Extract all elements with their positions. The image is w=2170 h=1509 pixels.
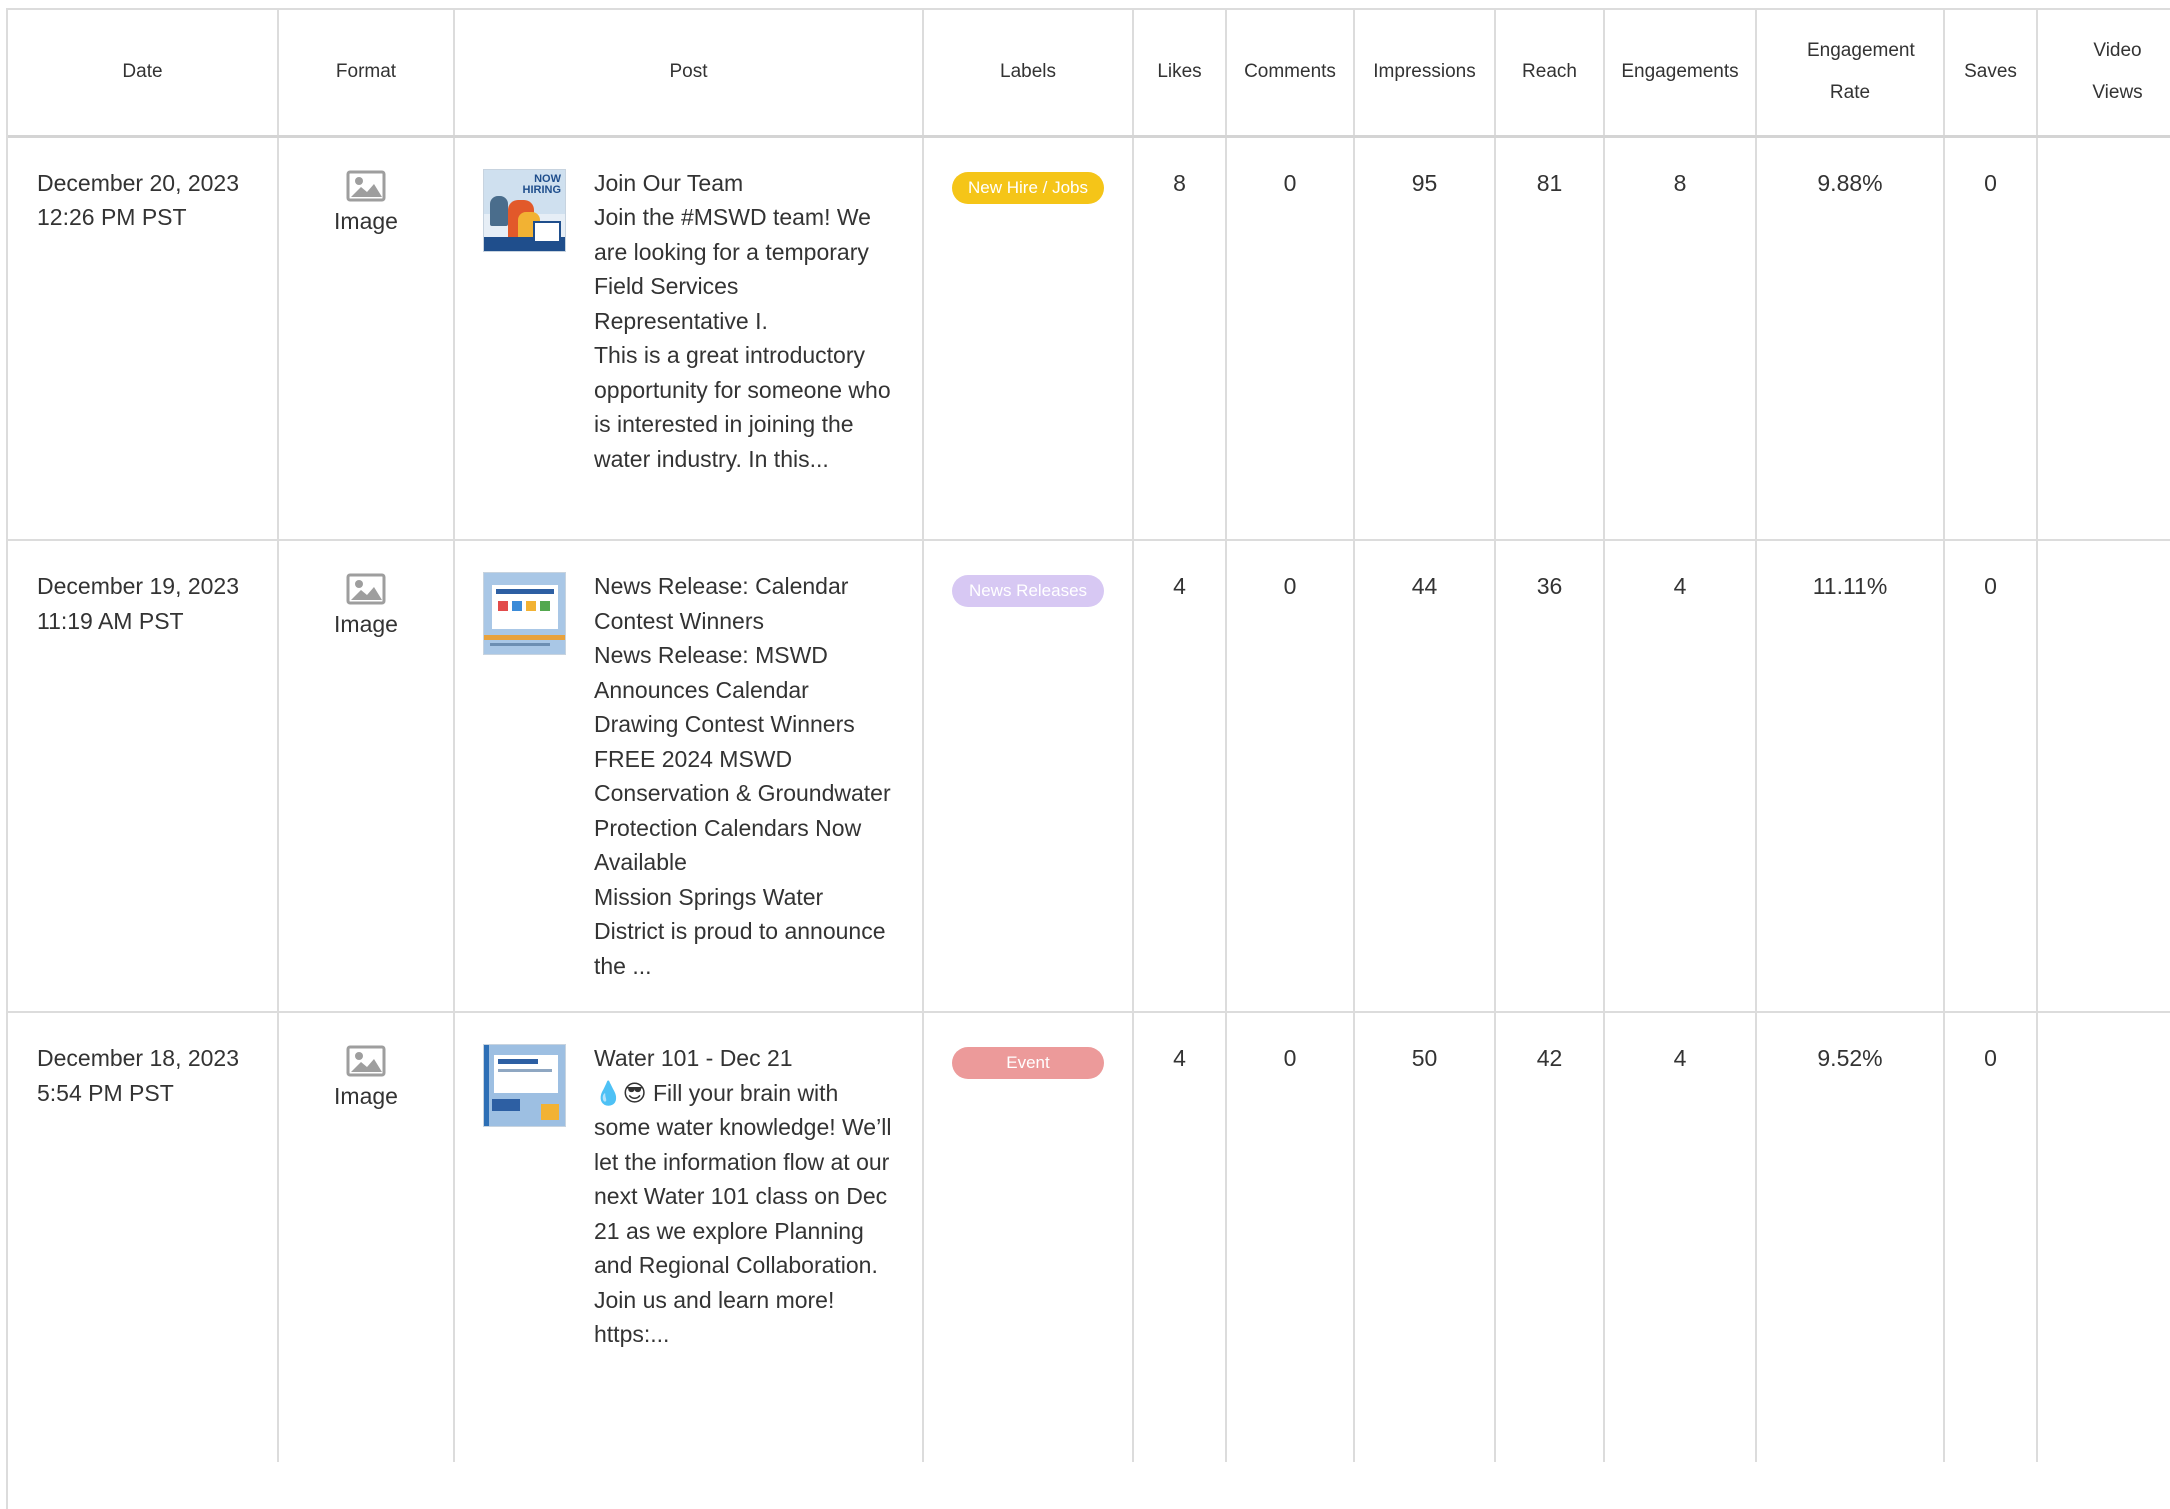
column-header-saves[interactable]: Saves: [1944, 10, 2038, 138]
date-cell: December 18, 2023 5:54 PM PST: [8, 1012, 279, 1462]
image-icon: [346, 1045, 386, 1077]
likes-value: 8: [1133, 136, 1227, 541]
impressions-value: 44: [1354, 540, 1496, 1013]
likes-value: 4: [1133, 540, 1227, 1013]
labels-cell: News Releases: [923, 540, 1134, 1013]
impressions-value: 50: [1354, 1012, 1496, 1462]
post-text[interactable]: News Release: Calendar Contest Winners N…: [594, 569, 892, 983]
post-text[interactable]: Water 101 - Dec 21 💧😎 Fill your brain wi…: [594, 1041, 892, 1352]
post-cell: Water 101 - Dec 21 💧😎 Fill your brain wi…: [454, 1012, 924, 1462]
post-date: December 19, 2023 11:19 AM PST: [37, 573, 240, 634]
column-header-engagement-rate[interactable]: Engagement Rate: [1756, 10, 1945, 138]
reach-value: 81: [1495, 136, 1605, 541]
column-header-format[interactable]: Format: [278, 10, 455, 138]
column-header-date[interactable]: Date: [8, 10, 279, 138]
label-badge[interactable]: New Hire / Jobs: [952, 171, 1104, 204]
column-header-reach[interactable]: Reach: [1495, 10, 1605, 138]
comments-value: 0: [1226, 1012, 1355, 1462]
image-icon: [346, 170, 386, 201]
label-badge[interactable]: News Releases: [952, 575, 1104, 607]
column-header-video-views[interactable]: Video Views: [2037, 10, 2170, 138]
format-label: Image: [334, 611, 398, 637]
reach-value: 42: [1495, 1012, 1605, 1462]
format-cell: Image: [278, 136, 455, 541]
reach-value: 36: [1495, 540, 1605, 1013]
post-cell: News Release: Calendar Contest Winners N…: [454, 540, 924, 1013]
comments-value: 0: [1226, 136, 1355, 541]
image-icon: [346, 573, 386, 605]
post-performance-table-container: Date Format Post Labels Likes Comments I…: [6, 8, 2170, 1509]
engagements-value: 4: [1604, 540, 1757, 1013]
table-row[interactable]: December 19, 2023 11:19 AM PST Image New…: [8, 540, 2170, 1013]
now-hiring-thumbnail[interactable]: NOW HIRING: [483, 168, 566, 252]
engagement-rate-value: 9.88%: [1756, 136, 1945, 541]
saves-value: 0: [1944, 1012, 2038, 1462]
post-date: December 18, 2023 5:54 PM PST: [37, 1045, 240, 1106]
comments-value: 0: [1226, 540, 1355, 1013]
column-header-post[interactable]: Post: [454, 10, 924, 138]
table-header-row: Date Format Post Labels Likes Comments I…: [8, 10, 2170, 138]
engagements-value: 8: [1604, 136, 1757, 541]
labels-cell: Event: [923, 1012, 1134, 1462]
table-row[interactable]: December 20, 2023 12:26 PM PST Image NOW…: [8, 136, 2170, 541]
engagement-rate-value: 9.52%: [1756, 1012, 1945, 1462]
label-badge[interactable]: Event: [952, 1047, 1104, 1079]
engagements-value: 4: [1604, 1012, 1757, 1462]
saves-value: 0: [1944, 540, 2038, 1013]
date-cell: December 19, 2023 11:19 AM PST: [8, 540, 279, 1013]
engagement-rate-value: 11.11%: [1756, 540, 1945, 1013]
column-header-comments[interactable]: Comments: [1226, 10, 1355, 138]
format-cell: Image: [278, 540, 455, 1013]
impressions-value: 95: [1354, 136, 1496, 541]
labels-cell: New Hire / Jobs: [923, 136, 1134, 541]
format-label: Image: [334, 207, 398, 234]
saves-value: 0: [1944, 136, 2038, 541]
video-views-value: [2037, 136, 2170, 541]
post-date: December 20, 2023 12:26 PM PST: [37, 169, 240, 231]
column-header-labels[interactable]: Labels: [923, 10, 1134, 138]
format-label: Image: [334, 1083, 398, 1109]
format-cell: Image: [278, 1012, 455, 1462]
column-header-engagements[interactable]: Engagements: [1604, 10, 1757, 138]
date-cell: December 20, 2023 12:26 PM PST: [8, 136, 279, 541]
table-row[interactable]: December 18, 2023 5:54 PM PST Image Wate…: [8, 1012, 2170, 1462]
post-performance-table: Date Format Post Labels Likes Comments I…: [8, 10, 2170, 1462]
likes-value: 4: [1133, 1012, 1227, 1462]
post-cell: NOW HIRING Join Our Team Join the #MSWD t…: [454, 136, 924, 541]
post-text[interactable]: Join Our Team Join the #MSWD team! We ar…: [594, 166, 892, 477]
video-views-value: [2037, 540, 2170, 1013]
calendar-contest-thumbnail[interactable]: [483, 572, 566, 655]
column-header-likes[interactable]: Likes: [1133, 10, 1227, 138]
water-101-thumbnail[interactable]: [483, 1044, 566, 1127]
video-views-value: [2037, 1012, 2170, 1462]
column-header-impressions[interactable]: Impressions: [1354, 10, 1496, 138]
